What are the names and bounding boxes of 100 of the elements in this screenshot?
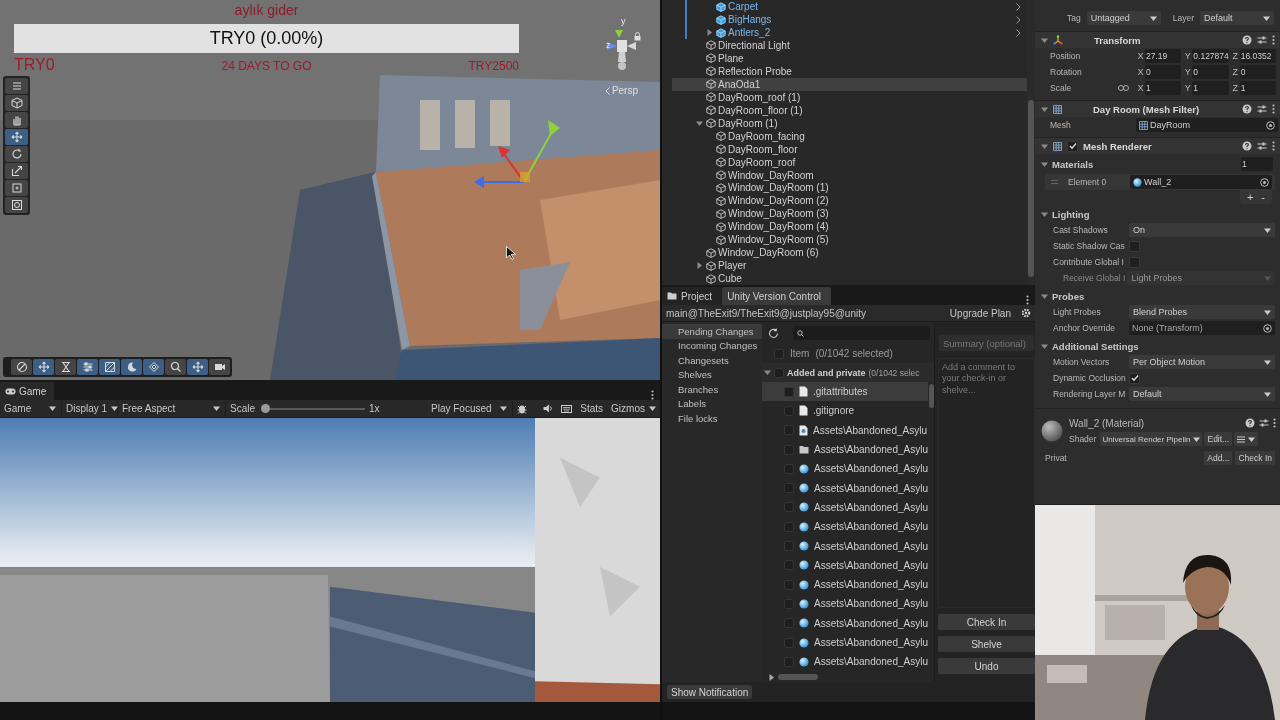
hierarchy-item[interactable]: DayRoom_floor (1): [672, 103, 1027, 117]
count-field[interactable]: 1: [1241, 157, 1273, 171]
hierarchy-item[interactable]: Window_DayRoom (5): [672, 233, 1027, 247]
object-field[interactable]: Wall_2: [1130, 175, 1272, 189]
hierarchy-item[interactable]: Window_DayRoom (1): [672, 181, 1027, 195]
check-in-button[interactable]: Check In: [1235, 451, 1275, 465]
number-field[interactable]: 0: [1239, 65, 1276, 79]
panel-tab[interactable]: Project: [662, 287, 723, 305]
stats-button[interactable]: Stats: [576, 400, 608, 417]
nav-item[interactable]: File locks: [662, 411, 762, 426]
file-row[interactable]: Assets\Abandoned_Asylu: [762, 613, 928, 633]
property-label: Dynamic Occlusion: [1053, 372, 1127, 384]
gizmos-dropdown[interactable]: Gizmos: [607, 400, 660, 417]
number-field[interactable]: 0: [1145, 65, 1182, 79]
aspect-dropdown[interactable]: Free Aspect: [118, 400, 226, 417]
component-header[interactable]: Mesh Renderer: [1035, 137, 1280, 154]
file-row[interactable]: Assets\Abandoned_Asylu: [762, 574, 928, 595]
hierarchy-item[interactable]: Player: [672, 259, 1027, 273]
number-field[interactable]: 1: [1239, 81, 1276, 95]
action-button[interactable]: Check In: [938, 614, 1035, 630]
edit-button[interactable]: Edit...: [1204, 432, 1233, 446]
comment-field[interactable]: Add a comment to your check-in or shelve...: [938, 358, 1035, 608]
number-field[interactable]: 16.0352: [1239, 49, 1276, 63]
dropdown[interactable]: Default: [1129, 387, 1275, 401]
component-header[interactable]: Day Room (Mesh Filter): [1035, 100, 1280, 117]
file-row[interactable]: Assets\Abandoned_Asylu: [762, 632, 928, 653]
add-button[interactable]: Add...: [1204, 451, 1233, 465]
add-button[interactable]: +: [1243, 190, 1257, 204]
panel-tab[interactable]: Unity Version Control: [722, 287, 832, 305]
axis-label: Z: [1231, 67, 1239, 77]
hierarchy-item[interactable]: Carpet: [687, 0, 1027, 13]
dropdown[interactable]: On: [1129, 223, 1275, 237]
hierarchy-item[interactable]: DayRoom_roof: [672, 155, 1027, 169]
file-row[interactable]: Assets\Abandoned_Asylu: [762, 517, 928, 537]
view-dropdown[interactable]: Game: [0, 400, 62, 417]
scale-label: Scale: [230, 403, 255, 414]
shader-dropdown[interactable]: Universal Render Pipelin: [1100, 432, 1203, 446]
file-row[interactable]: Assets\Abandoned_Asylu: [762, 652, 928, 672]
hierarchy-item[interactable]: DayRoom (1): [672, 116, 1027, 130]
action-button[interactable]: Undo: [938, 658, 1035, 674]
hierarchy-item[interactable]: DayRoom_floor: [672, 142, 1027, 156]
dropdown[interactable]: Blend Probes: [1129, 305, 1275, 319]
hierarchy-item[interactable]: AnaOda1: [672, 77, 1027, 91]
file-row[interactable]: Assets\Abandoned_Asylu: [762, 439, 928, 460]
nav-item[interactable]: Labels: [662, 396, 762, 411]
hierarchy-item[interactable]: Antlers_2: [687, 26, 1027, 39]
object-field[interactable]: None (Transform): [1129, 321, 1275, 335]
file-row[interactable]: Assets\Abandoned_Asylu: [762, 594, 928, 614]
hierarchy-item[interactable]: Window_DayRoom (6): [672, 246, 1027, 260]
dropdown[interactable]: Per Object Motion: [1129, 355, 1275, 369]
component-header[interactable]: Transform: [1035, 31, 1280, 48]
hierarchy-item[interactable]: Reflection Probe: [672, 64, 1027, 78]
property-label: Rotation: [1050, 66, 1083, 78]
section-title: Lighting: [1052, 208, 1090, 220]
hierarchy-item[interactable]: Window_DayRoom (3): [672, 207, 1027, 221]
property-label: Receive Global I: [1063, 272, 1126, 284]
layer-dropdown[interactable]: Default: [1200, 11, 1274, 25]
section-title: Additional Settings: [1052, 340, 1139, 352]
hierarchy-item[interactable]: BigHangs: [687, 13, 1027, 26]
hierarchy-item[interactable]: Cube: [672, 272, 1027, 285]
file-row[interactable]: Assets\Abandoned_Asylu: [762, 459, 928, 479]
file-row[interactable]: .gitignore: [762, 401, 928, 421]
file-row[interactable]: Assets\Abandoned_Asylu: [762, 536, 928, 556]
number-field[interactable]: 1: [1145, 81, 1182, 95]
summary-field[interactable]: Summary (optional): [938, 334, 1035, 352]
file-row[interactable]: Assets\Abandoned_Asylu: [762, 555, 928, 575]
file-row[interactable]: .gitattributes: [762, 382, 928, 402]
property-label: Privat: [1045, 452, 1068, 464]
hierarchy-item[interactable]: Directional Light: [672, 39, 1027, 52]
nav-item[interactable]: Branches: [662, 382, 762, 397]
tag-dropdown[interactable]: Untagged: [1086, 11, 1161, 25]
game-tab[interactable]: Game: [0, 382, 55, 400]
nav-item[interactable]: Shelves: [662, 367, 762, 382]
property-label: Position: [1050, 50, 1082, 62]
hierarchy-item[interactable]: Window_DayRoom (2): [672, 194, 1027, 208]
action-button[interactable]: Shelve: [938, 636, 1035, 652]
nav-item[interactable]: Incoming Changes: [662, 338, 762, 353]
object-field[interactable]: DayRoom: [1136, 118, 1278, 132]
number-field[interactable]: 1: [1192, 81, 1229, 95]
hierarchy-item[interactable]: Plane: [672, 51, 1027, 65]
file-row[interactable]: Assets\Abandoned_Asylu: [762, 420, 928, 440]
display-dropdown[interactable]: Display 1: [62, 400, 118, 417]
nav-item[interactable]: Changesets: [662, 353, 762, 368]
hierarchy-item[interactable]: Window_DayRoom: [672, 168, 1027, 182]
component-title: Mesh Renderer: [1083, 140, 1153, 152]
hierarchy-item[interactable]: DayRoom_facing: [672, 129, 1027, 143]
number-field[interactable]: 27.19: [1145, 49, 1182, 63]
section-title: Probes: [1052, 290, 1085, 302]
play-mode-dropdown[interactable]: Play Focused: [427, 400, 513, 417]
number-field[interactable]: 0.127874: [1192, 49, 1229, 63]
property-label: Shader: [1069, 433, 1097, 445]
hierarchy-item[interactable]: Window_DayRoom (4): [672, 220, 1027, 234]
hierarchy-item[interactable]: DayRoom_roof (1): [672, 90, 1027, 104]
file-row[interactable]: Assets\Abandoned_Asylu: [762, 478, 928, 498]
notification-button[interactable]: Show Notification: [667, 685, 753, 699]
upgrade-plan-button[interactable]: Upgrade Plan: [945, 305, 1015, 321]
file-row[interactable]: Assets\Abandoned_Asylu: [762, 497, 928, 518]
remove-button[interactable]: -: [1258, 190, 1268, 204]
nav-item[interactable]: Pending Changes: [662, 324, 762, 339]
number-field[interactable]: 0: [1192, 65, 1229, 79]
